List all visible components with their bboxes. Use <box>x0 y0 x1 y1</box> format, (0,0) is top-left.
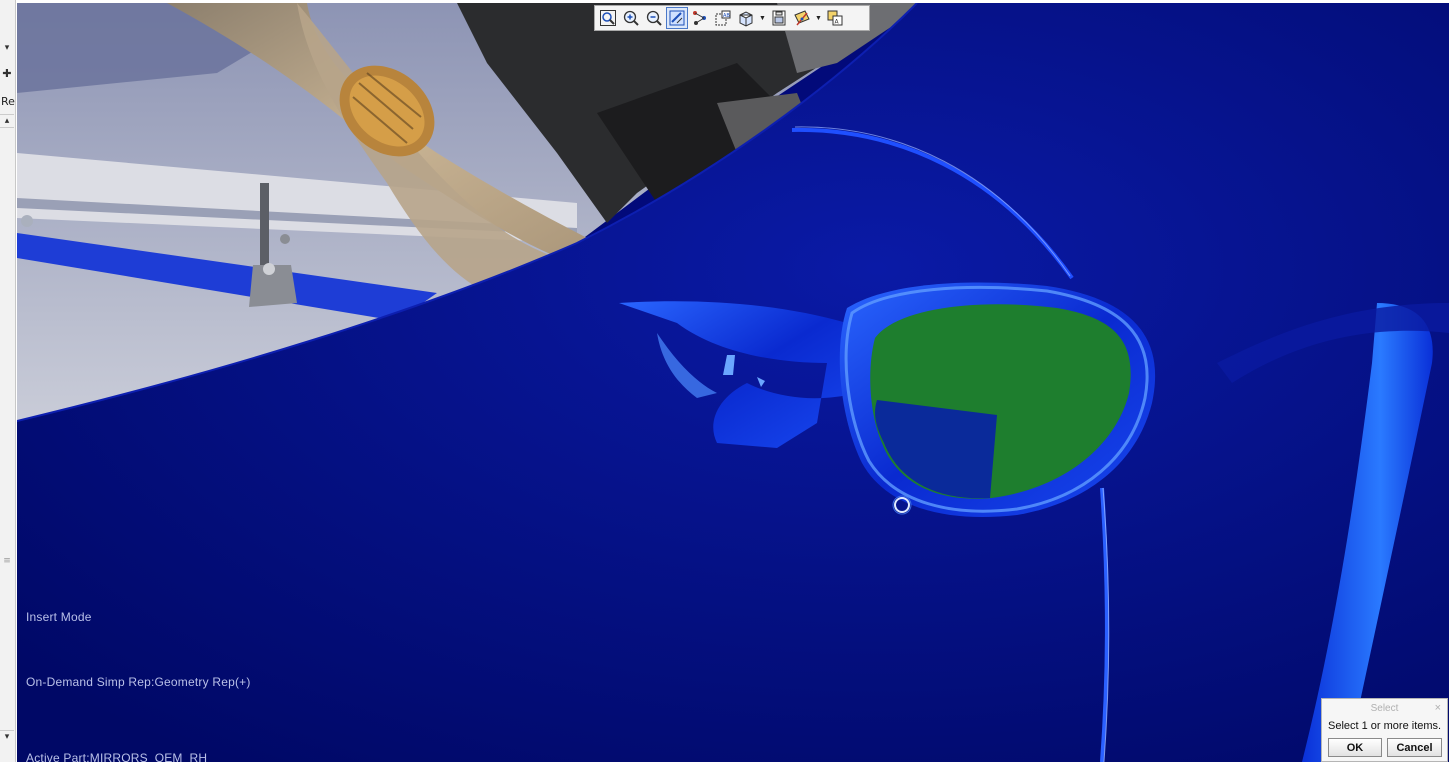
status-active-part: Active Part:MIRRORS_OEM_RH <box>26 751 208 762</box>
datum-display-dropdown-arrow[interactable]: ▼ <box>814 7 823 29</box>
ok-button[interactable]: OK <box>1328 738 1382 757</box>
select-dialog-title: Select <box>1370 703 1399 714</box>
scroll-down-button[interactable]: ▾ <box>0 730 14 743</box>
select-dialog-prompt: Select 1 or more items. <box>1328 720 1442 732</box>
spin-center-icon[interactable] <box>689 7 711 29</box>
panel-label-fragment: Re <box>1 95 15 108</box>
status-insert-mode: Insert Mode <box>26 610 92 624</box>
status-simp-rep: On-Demand Simp Rep:Geometry Rep(+) <box>26 675 251 689</box>
display-style-icon[interactable] <box>735 7 757 29</box>
graphics-toolbar: AB ▼ ▼ A <box>594 5 870 31</box>
scroll-up-button[interactable]: ▴ <box>0 114 14 128</box>
repaint-icon[interactable] <box>666 7 688 29</box>
datum-display-icon[interactable] <box>791 7 813 29</box>
zoom-in-icon[interactable] <box>620 7 642 29</box>
panel-splitter-grip[interactable]: ≡ <box>0 555 14 567</box>
saved-views-icon[interactable] <box>768 7 790 29</box>
view-manager-icon[interactable]: AB <box>712 7 734 29</box>
close-icon[interactable]: × <box>1435 702 1441 714</box>
svg-text:AB: AB <box>723 13 730 19</box>
refit-icon[interactable] <box>597 7 619 29</box>
zoom-out-icon[interactable] <box>643 7 665 29</box>
select-dialog: Select × Select 1 or more items. OK Canc… <box>1321 698 1448 762</box>
model-scene[interactable] <box>17 3 1449 762</box>
display-style-dropdown-arrow[interactable]: ▼ <box>758 7 767 29</box>
model-tree-panel-edge: ▾ ✚ Re ▴ ≡ ▾ <box>0 0 16 762</box>
cancel-button[interactable]: Cancel <box>1387 738 1442 757</box>
annotation-display-icon[interactable]: A <box>824 7 846 29</box>
panel-dropdown-arrow[interactable]: ▾ <box>0 42 14 54</box>
graphics-window[interactable]: Insert Mode On-Demand Simp Rep:Geometry … <box>17 3 1449 762</box>
add-icon[interactable]: ✚ <box>0 68 14 80</box>
